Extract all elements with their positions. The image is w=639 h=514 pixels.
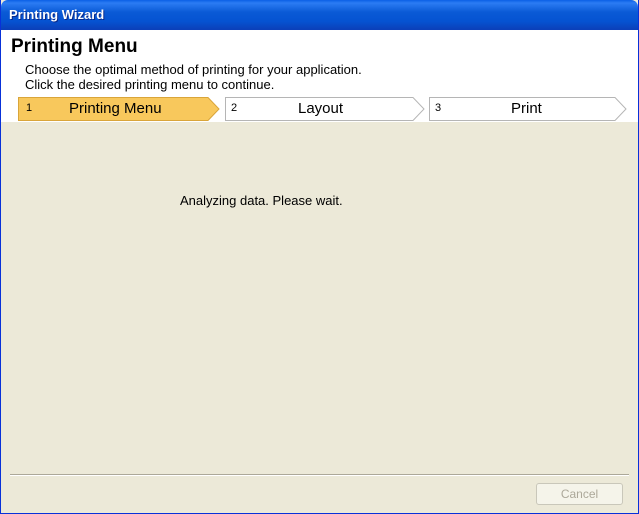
step-number: 2 [231, 102, 238, 114]
step-label: Print [511, 100, 542, 117]
wizard-footer: Cancel [1, 476, 638, 512]
page-title: Printing Menu [11, 36, 138, 57]
window-title: Printing Wizard [9, 7, 105, 22]
description-line-1: Choose the optimal method of printing fo… [25, 62, 362, 77]
wizard-content-panel: Analyzing data. Please wait. [10, 123, 629, 474]
title-bar[interactable]: Printing Wizard [1, 0, 638, 30]
step-number: 1 [26, 102, 33, 114]
printing-wizard-window: Printing Wizard Printing Menu Choose the… [0, 0, 639, 514]
step-layout[interactable]: 2 Layout [225, 97, 425, 121]
step-label: Layout [298, 100, 344, 117]
wizard-header: Printing Menu Choose the optimal method … [1, 30, 638, 96]
step-print[interactable]: 3 Print [429, 97, 627, 121]
step-printing-menu[interactable]: 1 Printing Menu [18, 97, 220, 121]
status-message: Analyzing data. Please wait. [180, 193, 343, 208]
step-label: Printing Menu [69, 100, 162, 117]
cancel-button[interactable]: Cancel [536, 483, 623, 505]
description-line-2: Click the desired printing menu to conti… [25, 77, 275, 92]
step-number: 3 [435, 102, 442, 114]
wizard-steps: 1 Printing Menu 2 Layout 3 Print [1, 96, 638, 122]
